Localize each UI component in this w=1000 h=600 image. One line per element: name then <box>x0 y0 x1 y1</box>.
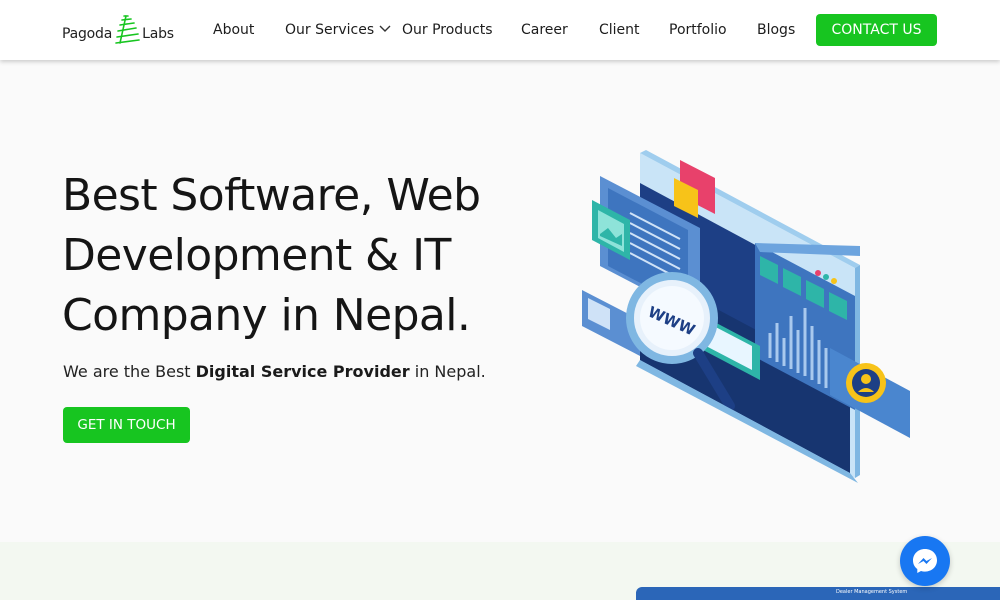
messenger-icon <box>913 549 937 573</box>
nav-item-our-products[interactable]: Our Products <box>402 22 493 38</box>
subtitle-suffix: in Nepal. <box>409 362 486 381</box>
hero-title-line: Best Software, Web <box>62 170 481 221</box>
nav-item-label: Our Services <box>285 22 375 38</box>
nav-item-blogs[interactable]: Blogs <box>757 22 795 38</box>
dealer-management-preview: Dealer Management System <box>636 587 1000 600</box>
nav-item-career[interactable]: Career <box>521 22 568 38</box>
preview-title: Dealer Management System <box>836 589 908 595</box>
contact-us-button[interactable]: CONTACT US <box>816 14 937 46</box>
hero-title: Best Software, Web Development & IT Comp… <box>62 166 582 346</box>
chevron-down-icon <box>379 25 391 32</box>
subtitle-prefix: We are the Best <box>63 362 196 381</box>
messenger-chat-button[interactable] <box>900 536 950 586</box>
subtitle-highlight: Digital Service Provider <box>195 362 410 381</box>
hero-illustration: WWW <box>582 150 910 483</box>
hero-subtitle: We are the Best Digital Service Provider… <box>63 362 486 381</box>
hero-title-line: Company in Nepal. <box>62 290 471 341</box>
get-in-touch-button[interactable]: GET IN TOUCH <box>63 407 190 443</box>
site-header: Pagoda Labs About Our Services Our Produ… <box>0 0 1000 60</box>
nav-item-client[interactable]: Client <box>599 22 640 38</box>
nav-item-our-services[interactable]: Our Services <box>285 22 391 38</box>
nav-item-portfolio[interactable]: Portfolio <box>669 22 727 38</box>
nav-item-about[interactable]: About <box>213 22 254 38</box>
hero-title-line: Development & IT <box>62 230 451 281</box>
